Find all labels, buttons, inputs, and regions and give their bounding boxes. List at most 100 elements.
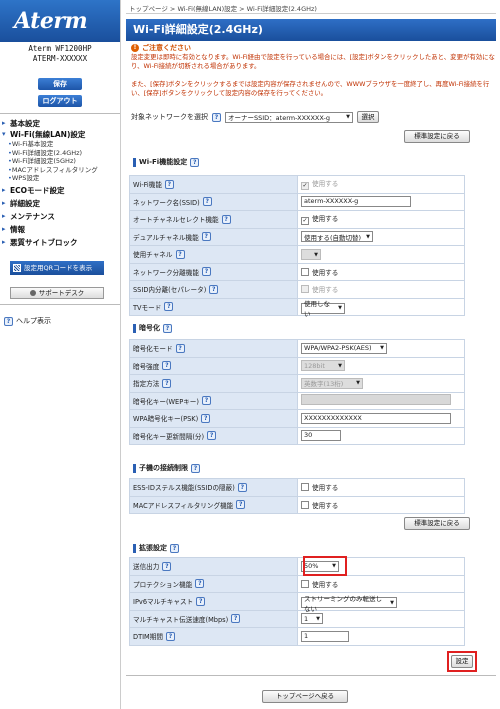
reset-default-button[interactable]: 標準設定に戻る bbox=[404, 130, 470, 143]
help-icon[interactable]: ? bbox=[212, 112, 221, 122]
help-icon[interactable]: ? bbox=[195, 579, 205, 589]
stealth-checkbox[interactable] bbox=[301, 483, 309, 492]
help-icon[interactable]: ? bbox=[202, 197, 212, 207]
menu-wps[interactable]: •WPS設定 bbox=[2, 174, 118, 183]
help-icon[interactable]: ? bbox=[175, 343, 185, 353]
psk-input[interactable]: XXXXXXXXXXXXX bbox=[301, 412, 451, 424]
wifi-function-table: Wi-Fi機能? ✓ 使用する ネットワーク名(SSID)? aterm-XXXX… bbox=[129, 175, 465, 318]
table-row: WPA暗号化キー(PSK)? XXXXXXXXXXXXX bbox=[129, 409, 465, 428]
ipv6-multicast-select[interactable]: ストリーミングのみ転送しない ▼ bbox=[301, 595, 397, 613]
help-icon[interactable]: ? bbox=[162, 378, 172, 388]
model-info: Aterm WF1200HP ATERM-XXXXXX bbox=[0, 44, 120, 64]
encryption-mode-select[interactable]: WPA/WPA2-PSK(AES) ▼ bbox=[301, 342, 387, 354]
model-name: Aterm WF1200HP bbox=[28, 44, 92, 53]
help-icon[interactable]: ? bbox=[196, 596, 206, 606]
chevron-down-icon: ▼ bbox=[346, 114, 350, 120]
encryption-strength-select[interactable]: 128bit ▼ bbox=[301, 360, 345, 372]
main-content: トップページ > Wi-Fi(無線LAN)設定 > Wi-Fi詳細設定(2.4G… bbox=[121, 0, 500, 709]
menu-info[interactable]: ▸ 情報 bbox=[2, 224, 118, 235]
wifi-enable-checkbox[interactable]: ✓ bbox=[301, 182, 309, 191]
table-row: ネットワーク名(SSID)? aterm-XXXXXX-g bbox=[129, 192, 465, 211]
help-icon[interactable]: ? bbox=[201, 267, 211, 277]
channel-select[interactable]: ▼ bbox=[301, 249, 321, 260]
help-icon[interactable]: ? bbox=[209, 284, 219, 294]
tv-mode-select[interactable]: 使用しない ▼ bbox=[301, 300, 345, 318]
key-interval-input[interactable]: 30 bbox=[301, 430, 341, 442]
key-format-select[interactable]: 英数字(13桁) ▼ bbox=[301, 377, 363, 389]
multicast-rate-select[interactable]: 1 ▼ bbox=[301, 613, 323, 625]
table-row: TVモード? 使用しない ▼ bbox=[129, 297, 465, 318]
help-icon[interactable]: ? bbox=[190, 157, 200, 167]
select-button[interactable]: 選択 bbox=[357, 111, 379, 123]
back-to-top-button[interactable]: トップページへ戻る bbox=[262, 690, 348, 703]
extended-table: 送信出力? 50% ▼ プロテクション機能? 使用する IPv6マルチキャスト? … bbox=[129, 557, 465, 646]
help-icon[interactable]: ? bbox=[207, 431, 217, 441]
auto-channel-checkbox[interactable]: ✓ bbox=[301, 217, 309, 226]
table-row: 指定方法? 英数字(13桁) ▼ bbox=[129, 374, 465, 393]
dual-channel-select[interactable]: 使用する(自動切替) ▼ bbox=[301, 231, 373, 243]
divider bbox=[126, 13, 496, 14]
help-icon[interactable]: ? bbox=[221, 214, 231, 224]
section-child-restriction: 子機の接続制限? bbox=[131, 463, 495, 473]
help-icon[interactable]: ? bbox=[201, 413, 211, 423]
help-icon[interactable]: ? bbox=[165, 631, 175, 641]
menu-eco[interactable]: ▸ ECOモード設定 bbox=[2, 185, 118, 196]
encryption-table: 暗号化モード? WPA/WPA2-PSK(AES) ▼ 暗号強度? 128bit ▼… bbox=[129, 339, 465, 445]
highlight-tx-power bbox=[303, 556, 347, 576]
table-row: プロテクション機能? 使用する bbox=[129, 574, 465, 593]
menu-wifi[interactable]: ▾ Wi-Fi(無線LAN)設定 bbox=[2, 129, 118, 140]
menu-wifi-detail-24[interactable]: •Wi-Fi詳細設定(2.4GHz) bbox=[2, 149, 118, 158]
help-icon[interactable]: ? bbox=[162, 361, 172, 371]
arrow-icon: ▸ bbox=[2, 224, 6, 233]
mac-filter-checkbox[interactable] bbox=[301, 500, 309, 509]
menu-maint[interactable]: ▸ メンテナンス bbox=[2, 211, 118, 222]
page: Aterm Aterm WF1200HP ATERM-XXXXXX 保存 ログア… bbox=[0, 0, 500, 709]
help-icon[interactable]: ? bbox=[175, 249, 185, 259]
menu-detail[interactable]: ▸ 詳細設定 bbox=[2, 198, 118, 209]
table-row: 暗号化キー更新間隔(分)? 30 bbox=[129, 426, 465, 445]
help-icon[interactable]: ? bbox=[236, 500, 246, 510]
caution-text-1: 設定変更は即時に有効となります。Wi-Fi経由で設定を行っている場合には、[設定… bbox=[131, 53, 495, 70]
ssid-separator-checkbox[interactable] bbox=[301, 285, 309, 294]
section-title: 拡張設定? bbox=[131, 543, 495, 553]
reset-default-button-2[interactable]: 標準設定に戻る bbox=[404, 517, 470, 530]
menu-block[interactable]: ▸ 悪質サイトブロック bbox=[2, 237, 118, 248]
menu-mac-filter[interactable]: •MACアドレスフィルタリング bbox=[2, 166, 118, 175]
table-row: DTIM期間? 1 bbox=[129, 627, 465, 646]
ssid-input[interactable]: aterm-XXXXXX-g bbox=[301, 196, 411, 208]
help-icon[interactable]: ? bbox=[170, 543, 179, 553]
help-icon[interactable]: ? bbox=[164, 302, 174, 312]
menu-basic[interactable]: ▸ 基本設定 bbox=[2, 118, 118, 129]
logout-button[interactable]: ログアウト bbox=[38, 95, 82, 107]
arrow-down-icon: ▾ bbox=[2, 130, 6, 138]
qr-code-button[interactable]: 設定用QRコードを表示 bbox=[10, 261, 104, 275]
wep-key-input[interactable] bbox=[301, 394, 451, 406]
table-row: オートチャネルセレクト機能? ✓ 使用する bbox=[129, 210, 465, 229]
aterm-logo: Aterm bbox=[14, 8, 88, 34]
save-button[interactable]: 保存 bbox=[38, 78, 82, 90]
section-extended: 拡張設定? bbox=[131, 543, 495, 553]
network-isolation-checkbox[interactable] bbox=[301, 267, 309, 276]
network-select[interactable]: オーナーSSID：aterm-XXXXXX-g ▼ bbox=[225, 111, 353, 123]
table-row: 暗号強度? 128bit ▼ bbox=[129, 356, 465, 375]
support-icon bbox=[29, 290, 36, 296]
table-row: SSID内分離(セパレータ)? 使用する bbox=[129, 280, 465, 299]
help-icon[interactable]: ? bbox=[201, 232, 211, 242]
divider bbox=[0, 304, 120, 305]
section-title: Wi-Fi機能設定? bbox=[131, 157, 495, 167]
help-icon[interactable]: ? bbox=[163, 323, 172, 333]
protection-checkbox[interactable] bbox=[301, 579, 309, 588]
help-icon[interactable]: ? bbox=[201, 396, 211, 406]
menu-wifi-detail-5[interactable]: •Wi-Fi詳細設定(5GHz) bbox=[2, 157, 118, 166]
help-icon[interactable]: ? bbox=[162, 561, 172, 571]
help-icon[interactable]: ? bbox=[237, 482, 247, 492]
help-link[interactable]: ? ヘルプ表示 bbox=[4, 316, 51, 326]
network-select-label: 対象ネットワークを選択 bbox=[131, 113, 208, 121]
support-desk-button[interactable]: サポートデスク bbox=[10, 287, 104, 299]
dtim-input[interactable]: 1 bbox=[301, 630, 349, 642]
help-icon[interactable]: ? bbox=[191, 463, 200, 473]
help-icon[interactable]: ? bbox=[164, 179, 174, 189]
menu-wifi-basic[interactable]: •Wi-Fi基本設定 bbox=[2, 140, 118, 149]
help-icon[interactable]: ? bbox=[231, 614, 241, 624]
breadcrumb: トップページ > Wi-Fi(無線LAN)設定 > Wi-Fi詳細設定(2.4G… bbox=[129, 5, 317, 13]
